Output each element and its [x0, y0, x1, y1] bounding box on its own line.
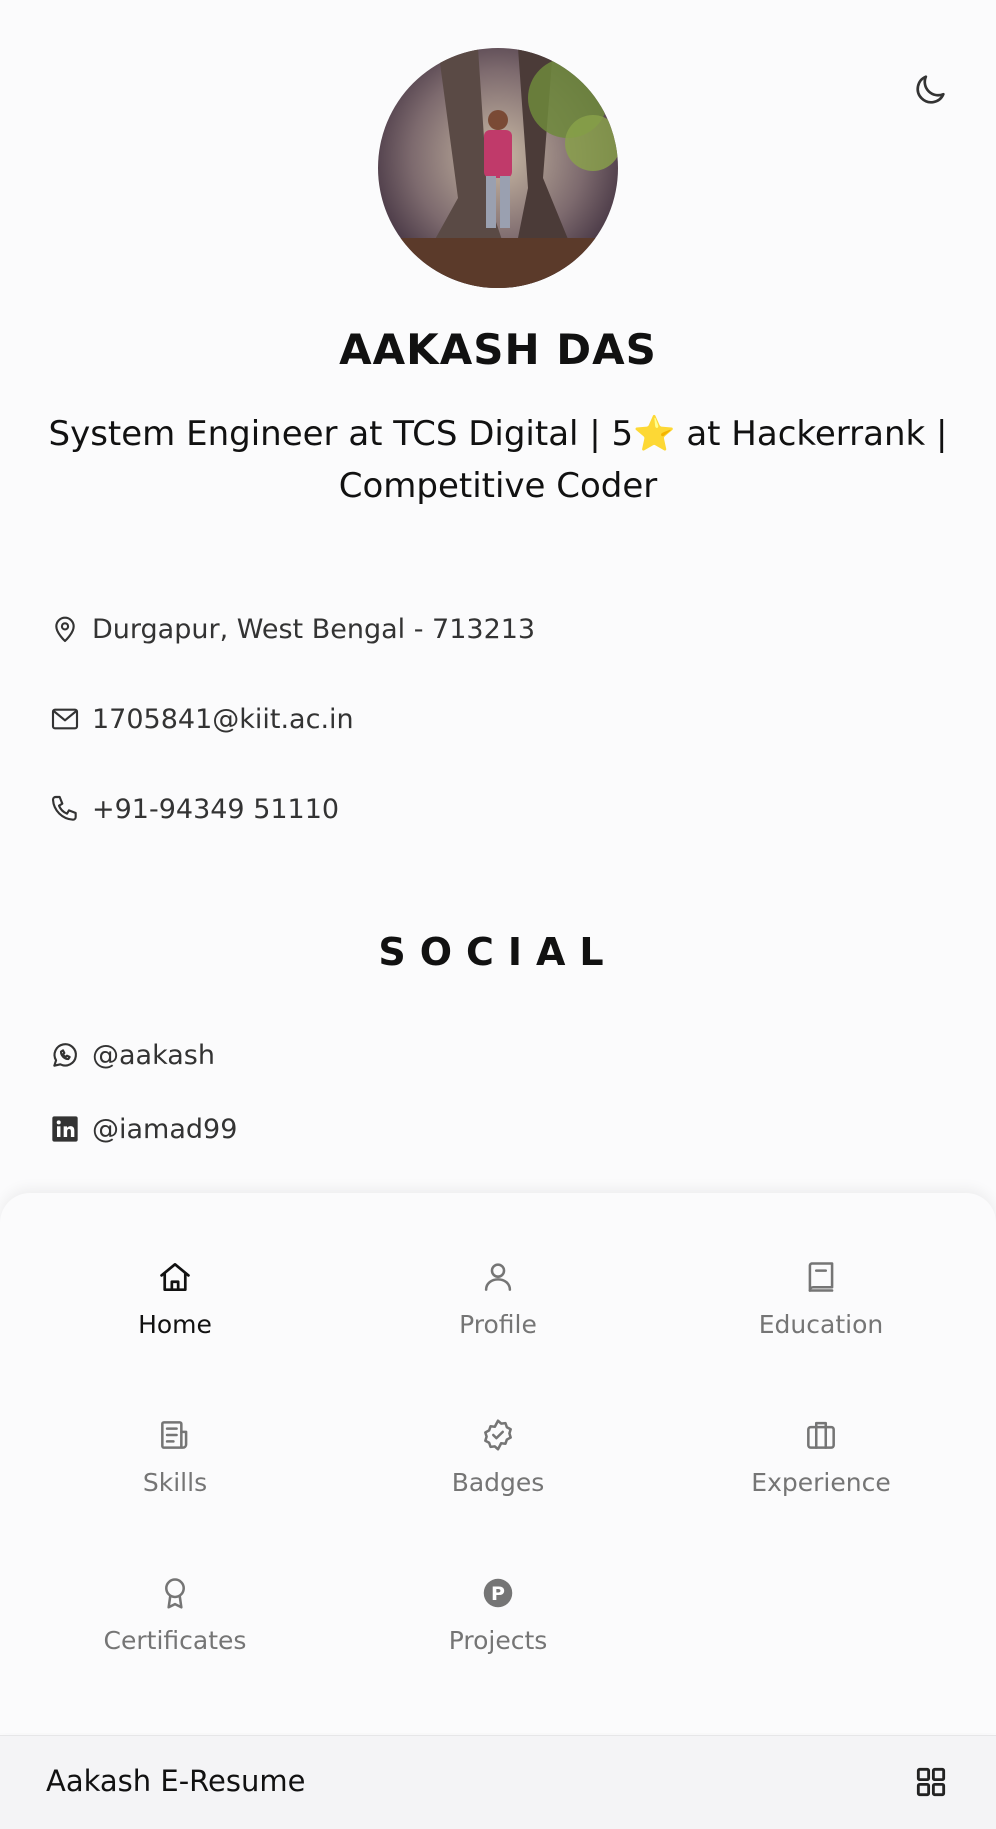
projects-p-icon: P: [483, 1578, 513, 1608]
menu-item-home-label: Home: [138, 1310, 212, 1339]
theme-toggle-button[interactable]: [910, 70, 950, 110]
menu-item-projects[interactable]: P Projects: [338, 1574, 658, 1694]
social-whatsapp[interactable]: @aakash: [48, 1035, 215, 1075]
menu-item-skills-label: Skills: [142, 1468, 208, 1497]
grid-icon: [916, 1767, 946, 1797]
contact-email-text: 1705841@kiit.ac.in: [92, 703, 354, 735]
home-icon: [160, 1262, 190, 1292]
location-pin-icon: [48, 612, 82, 646]
badge-check-icon: [484, 1419, 512, 1451]
menu-item-experience-label: Experience: [751, 1468, 891, 1497]
mail-icon: [48, 702, 82, 736]
social-heading: SOCIAL: [378, 930, 618, 974]
menu-item-badges-label: Badges: [451, 1468, 545, 1497]
menu-item-experience[interactable]: Experience: [661, 1416, 981, 1536]
social-linkedin[interactable]: @iamad99: [48, 1109, 237, 1149]
social-linkedin-text: @iamad99: [92, 1113, 238, 1145]
menu-item-education-label: Education: [758, 1310, 884, 1339]
menu-item-certificates[interactable]: Certificates: [15, 1574, 335, 1694]
linkedin-icon: [48, 1112, 82, 1146]
app-title: Aakash E-Resume: [46, 1764, 306, 1798]
menu-item-profile[interactable]: Profile: [338, 1258, 658, 1378]
user-icon: [484, 1263, 512, 1291]
moon-icon: [916, 75, 945, 104]
contact-phone[interactable]: +91-94349 51110: [48, 789, 339, 829]
grid-menu-button[interactable]: [912, 1763, 950, 1801]
menu-item-certificates-label: Certificates: [103, 1626, 247, 1655]
menu-item-badges[interactable]: Badges: [338, 1416, 658, 1536]
contact-phone-text: +91-94349 51110: [92, 793, 340, 825]
award-icon: [165, 1578, 185, 1609]
phone-icon: [48, 792, 82, 826]
avatar: [378, 48, 618, 288]
profile-headline: System Engineer at TCS Digital | 5⭐ at H…: [48, 414, 948, 506]
contact-email[interactable]: 1705841@kiit.ac.in: [48, 699, 354, 739]
contact-location-text: Durgapur, West Bengal - 713213: [92, 613, 536, 645]
menu-item-projects-label: Projects: [448, 1626, 548, 1655]
book-icon: [808, 1262, 834, 1292]
menu-item-home[interactable]: Home: [15, 1258, 335, 1378]
menu-item-education[interactable]: Education: [661, 1258, 981, 1378]
svg-text:P: P: [491, 1583, 505, 1605]
menu-item-skills[interactable]: Skills: [15, 1416, 335, 1536]
briefcase-icon: [807, 1421, 835, 1449]
document-icon: [161, 1421, 188, 1449]
social-whatsapp-text: @aakash: [92, 1039, 215, 1071]
navigation-sheet: Home Profile Education Skills Badges Exp…: [0, 1193, 996, 1733]
bottom-app-bar: Aakash E-Resume: [0, 1735, 996, 1829]
whatsapp-icon: [48, 1038, 82, 1072]
profile-name: AAKASH DAS: [339, 325, 657, 374]
menu-item-profile-label: Profile: [459, 1310, 537, 1339]
contact-location: Durgapur, West Bengal - 713213: [48, 609, 535, 649]
